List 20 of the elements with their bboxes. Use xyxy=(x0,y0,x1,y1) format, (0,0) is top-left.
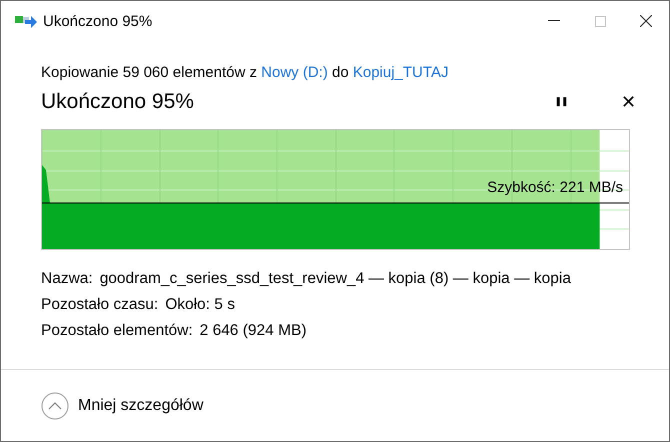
copy-message: Kopiowanie 59 060 elementów z Nowy (D:) do Kopiuj_TUTAJ xyxy=(41,63,450,83)
source-link[interactable]: Nowy (D:) xyxy=(261,64,328,81)
chevron-circle-icon xyxy=(41,392,69,420)
detail-value: Około: 5 s xyxy=(165,295,235,315)
copy-files-icon xyxy=(15,14,37,28)
detail-label: Nazwa: xyxy=(41,269,93,289)
less-details-button[interactable]: Mniej szczegółów xyxy=(41,392,204,420)
maximize-icon xyxy=(594,16,606,26)
pause-button[interactable]: ❚❚ xyxy=(550,97,572,107)
detail-value: goodram_c_series_ssd_test_review_4 — kopia (8) — kopia — kopia xyxy=(100,269,571,289)
speed-label: Szybkość: 221 MB/s xyxy=(487,179,623,196)
detail-label: Pozostało czasu: xyxy=(41,295,158,315)
close-icon xyxy=(640,15,652,27)
window-title: Ukończono 95% xyxy=(43,12,154,30)
detail-value: 2 646 (924 MB) xyxy=(200,321,306,341)
minimize-icon xyxy=(548,20,560,22)
progress-heading: Ukończono 95% xyxy=(41,90,195,114)
cancel-button[interactable]: ✕ xyxy=(617,92,639,112)
detail-label: Pozostało elementów: xyxy=(41,321,193,341)
destination-link[interactable]: Kopiuj_TUTAJ xyxy=(352,64,448,81)
